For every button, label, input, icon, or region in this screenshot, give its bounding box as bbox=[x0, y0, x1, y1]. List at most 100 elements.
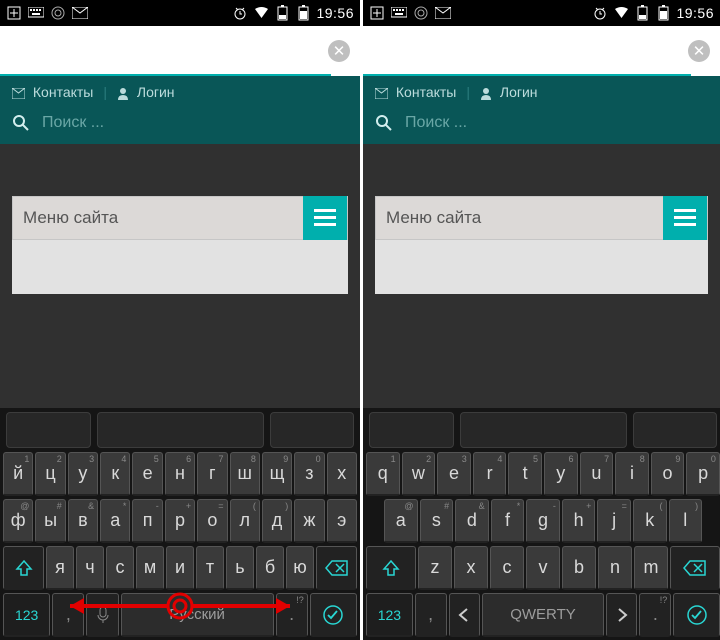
key-t[interactable]: t5 bbox=[508, 452, 542, 496]
space-key[interactable]: QWERTY bbox=[482, 593, 603, 637]
login-link[interactable]: Логин bbox=[480, 84, 538, 100]
key-ы[interactable]: ы# bbox=[35, 499, 65, 543]
key-е[interactable]: е5 bbox=[132, 452, 162, 496]
key-.[interactable]: .!? bbox=[276, 593, 308, 637]
address-bar[interactable]: ✕ bbox=[0, 26, 360, 76]
shift-key[interactable] bbox=[3, 546, 44, 590]
close-icon[interactable]: ✕ bbox=[328, 40, 350, 62]
key-г[interactable]: г7 bbox=[197, 452, 227, 496]
key-щ[interactable]: щ9 bbox=[262, 452, 292, 496]
key-с[interactable]: с bbox=[106, 546, 134, 590]
key-т[interactable]: т bbox=[196, 546, 224, 590]
key-.[interactable]: .!? bbox=[639, 593, 671, 637]
key-z[interactable]: z bbox=[418, 546, 452, 590]
key-a[interactable]: a@ bbox=[384, 499, 418, 543]
key-н[interactable]: н6 bbox=[165, 452, 195, 496]
wifi-icon bbox=[613, 5, 629, 21]
battery-2-icon bbox=[655, 5, 671, 21]
login-link[interactable]: Логин bbox=[117, 84, 175, 100]
key-e[interactable]: e3 bbox=[437, 452, 471, 496]
key-п[interactable]: п- bbox=[132, 499, 162, 543]
key-а[interactable]: а* bbox=[100, 499, 130, 543]
key-й[interactable]: й1 bbox=[3, 452, 33, 496]
key-v[interactable]: v bbox=[526, 546, 560, 590]
key-,[interactable]: , bbox=[415, 593, 447, 637]
site-header: Контакты | Логин Поиск ... bbox=[363, 76, 720, 144]
key-,[interactable]: , bbox=[52, 593, 84, 637]
backspace-key[interactable] bbox=[316, 546, 357, 590]
clock-text: 19:56 bbox=[676, 5, 714, 21]
search-icon[interactable] bbox=[12, 114, 30, 132]
key-ф[interactable]: ф@ bbox=[3, 499, 33, 543]
key-h[interactable]: h+ bbox=[562, 499, 596, 543]
hamburger-icon[interactable] bbox=[303, 196, 347, 240]
key-i[interactable]: i8 bbox=[615, 452, 649, 496]
status-bar: 19:56 bbox=[363, 0, 720, 26]
key-x[interactable]: x bbox=[454, 546, 488, 590]
close-icon[interactable]: ✕ bbox=[688, 40, 710, 62]
key-ж[interactable]: ж bbox=[294, 499, 324, 543]
numeric-key[interactable]: 123 bbox=[366, 593, 413, 637]
backspace-key[interactable] bbox=[670, 546, 720, 590]
soft-keyboard: q1w2e3r4t5y6u7i8o9p0 a@s#d&f*g-h+j=k(l) … bbox=[363, 408, 720, 640]
key-д[interactable]: д) bbox=[262, 499, 292, 543]
mic-key[interactable] bbox=[86, 593, 118, 637]
key-b[interactable]: b bbox=[562, 546, 596, 590]
search-input[interactable]: Поиск ... bbox=[42, 114, 104, 132]
key-ь[interactable]: ь bbox=[226, 546, 254, 590]
key-ш[interactable]: ш8 bbox=[230, 452, 260, 496]
space-key[interactable]: Русский bbox=[121, 593, 274, 637]
key-з[interactable]: з0 bbox=[294, 452, 324, 496]
key-и[interactable]: и bbox=[166, 546, 194, 590]
shift-key[interactable] bbox=[366, 546, 416, 590]
search-input[interactable]: Поиск ... bbox=[405, 114, 467, 132]
key-о[interactable]: о= bbox=[197, 499, 227, 543]
key-c[interactable]: c bbox=[490, 546, 524, 590]
address-bar[interactable]: ✕ bbox=[363, 26, 720, 76]
key-л[interactable]: л( bbox=[230, 499, 260, 543]
contacts-link[interactable]: Контакты bbox=[12, 84, 93, 100]
key-y[interactable]: y6 bbox=[544, 452, 578, 496]
key-w[interactable]: w2 bbox=[402, 452, 436, 496]
hamburger-icon[interactable] bbox=[663, 196, 707, 240]
key-k[interactable]: k( bbox=[633, 499, 667, 543]
numeric-key[interactable]: 123 bbox=[3, 593, 50, 637]
key-в[interactable]: в& bbox=[68, 499, 98, 543]
key-р[interactable]: р+ bbox=[165, 499, 195, 543]
key-g[interactable]: g- bbox=[526, 499, 560, 543]
key-f[interactable]: f* bbox=[491, 499, 525, 543]
key-r[interactable]: r4 bbox=[473, 452, 507, 496]
contacts-link[interactable]: Контакты bbox=[375, 84, 456, 100]
key-o[interactable]: o9 bbox=[651, 452, 685, 496]
enter-key[interactable] bbox=[673, 593, 720, 637]
key-d[interactable]: d& bbox=[455, 499, 489, 543]
search-icon[interactable] bbox=[375, 114, 393, 132]
mail-icon bbox=[72, 5, 88, 21]
key-j[interactable]: j= bbox=[597, 499, 631, 543]
key-ю[interactable]: ю bbox=[286, 546, 314, 590]
key-s[interactable]: s# bbox=[420, 499, 454, 543]
key-l[interactable]: l) bbox=[669, 499, 703, 543]
key-u[interactable]: u7 bbox=[580, 452, 614, 496]
key-p[interactable]: p0 bbox=[686, 452, 720, 496]
site-menu-bar[interactable]: Меню сайта bbox=[12, 196, 348, 240]
key-m[interactable]: m bbox=[634, 546, 668, 590]
key-х[interactable]: х bbox=[327, 452, 357, 496]
right-arrow-key[interactable] bbox=[606, 593, 638, 637]
key-к[interactable]: к4 bbox=[100, 452, 130, 496]
key-м[interactable]: м bbox=[136, 546, 164, 590]
enter-key[interactable] bbox=[310, 593, 357, 637]
key-q[interactable]: q1 bbox=[366, 452, 400, 496]
key-n[interactable]: n bbox=[598, 546, 632, 590]
site-menu-bar[interactable]: Меню сайта bbox=[375, 196, 708, 240]
left-arrow-key[interactable] bbox=[449, 593, 481, 637]
key-ц[interactable]: ц2 bbox=[35, 452, 65, 496]
suggestion-bar[interactable] bbox=[363, 412, 720, 452]
suggestion-bar[interactable] bbox=[0, 412, 360, 452]
battery-1-icon bbox=[274, 5, 290, 21]
key-б[interactable]: б bbox=[256, 546, 284, 590]
key-я[interactable]: я bbox=[46, 546, 74, 590]
key-э[interactable]: э bbox=[327, 499, 357, 543]
key-у[interactable]: у3 bbox=[68, 452, 98, 496]
key-ч[interactable]: ч bbox=[76, 546, 104, 590]
